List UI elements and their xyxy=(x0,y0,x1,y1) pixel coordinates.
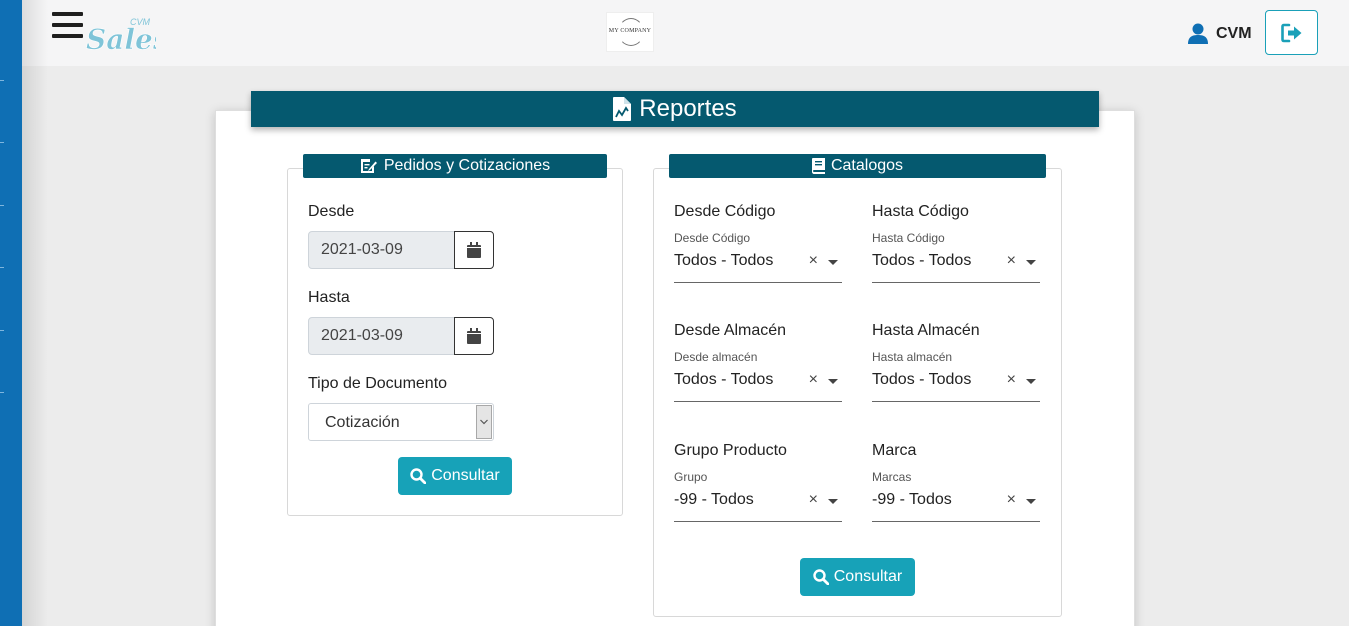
sidebar-divider xyxy=(0,205,4,206)
hasta-almacen-hint: Hasta almacén xyxy=(872,350,953,364)
desde-almacen-value: Todos - Todos xyxy=(674,371,774,388)
marca-hint: Marcas xyxy=(872,470,912,484)
desde-almacen-hint: Desde almacén xyxy=(674,350,758,364)
caret-down-icon xyxy=(1026,260,1036,265)
pedidos-panel-title: Pedidos y Cotizaciones xyxy=(303,154,607,178)
book-icon xyxy=(811,158,825,174)
sidebar-divider xyxy=(0,392,4,393)
desde-codigo-value: Todos - Todos xyxy=(674,252,774,269)
caret-down-icon xyxy=(828,499,838,504)
tipo-documento-select[interactable]: Cotización xyxy=(308,403,494,441)
top-navbar: CVM Sales MY COMPANY CVM xyxy=(22,0,1349,66)
desde-codigo-label: Desde Código xyxy=(674,203,776,220)
catalogos-consultar-button[interactable]: Consultar xyxy=(800,558,915,596)
sidebar-shadow xyxy=(22,0,48,626)
marca-label: Marca xyxy=(872,442,917,459)
hasta-codigo-hint: Hasta Código xyxy=(872,231,945,245)
tipo-documento-value: Cotización xyxy=(325,414,400,431)
chevron-down-icon xyxy=(476,405,492,439)
sidebar-divider xyxy=(0,142,4,143)
tipo-documento-label: Tipo de Documento xyxy=(308,375,448,392)
hasta-codigo-value: Todos - Todos xyxy=(872,252,972,269)
clear-icon[interactable]: × xyxy=(1007,371,1016,389)
user-name: CVM xyxy=(1216,25,1252,42)
caret-down-icon xyxy=(828,379,838,384)
logout-button[interactable] xyxy=(1265,10,1318,55)
catalogos-title-text: Catalogos xyxy=(830,157,904,174)
company-logo: MY COMPANY xyxy=(606,12,654,52)
hasta-label: Hasta xyxy=(308,289,350,306)
brand-main-text: Sales xyxy=(86,23,156,54)
caret-down-icon xyxy=(828,260,838,265)
desde-date-input[interactable]: 2021-03-09 xyxy=(308,231,455,269)
clear-icon[interactable]: × xyxy=(809,491,818,509)
hasta-codigo-label: Hasta Código xyxy=(872,203,969,220)
catalogos-panel-title: Catalogos xyxy=(669,154,1046,178)
page-title-bar: Reportes xyxy=(251,91,1099,127)
sidebar xyxy=(0,0,22,626)
desde-almacen-select[interactable]: Desde almacén Todos - Todos × xyxy=(674,350,842,402)
user-menu[interactable]: CVM xyxy=(1188,22,1252,46)
brand-logo: CVM Sales xyxy=(86,17,156,54)
sidebar-divider xyxy=(0,267,4,268)
sidebar-divider xyxy=(0,80,4,81)
desde-calendar-button[interactable] xyxy=(454,231,494,269)
clear-icon[interactable]: × xyxy=(809,371,818,389)
edit-document-icon xyxy=(360,159,377,173)
caret-down-icon xyxy=(1026,499,1036,504)
hasta-almacen-label: Hasta Almacén xyxy=(872,322,980,339)
pedidos-consultar-label: Consultar xyxy=(431,467,500,484)
pedidos-consultar-button[interactable]: Consultar xyxy=(398,457,512,495)
sidebar-divider xyxy=(0,330,4,331)
desde-codigo-hint: Desde Código xyxy=(674,231,751,245)
hasta-codigo-select[interactable]: Hasta Código Todos - Todos × xyxy=(872,231,1040,283)
desde-label: Desde xyxy=(308,203,355,220)
desde-almacen-label: Desde Almacén xyxy=(674,322,787,339)
clear-icon[interactable]: × xyxy=(1007,491,1016,509)
calendar-icon xyxy=(467,328,481,344)
search-icon xyxy=(813,569,829,585)
clear-icon[interactable]: × xyxy=(1007,252,1016,270)
grupo-producto-select[interactable]: Grupo -99 - Todos × xyxy=(674,470,842,522)
file-chart-icon xyxy=(613,97,632,121)
marca-select[interactable]: Marcas -99 - Todos × xyxy=(872,470,1040,522)
user-icon xyxy=(1188,23,1208,44)
catalogos-consultar-label: Consultar xyxy=(833,568,903,585)
page-title: Reportes xyxy=(639,95,737,122)
grupo-producto-label: Grupo Producto xyxy=(674,442,787,459)
hasta-date-input[interactable]: 2021-03-09 xyxy=(308,317,455,355)
hasta-calendar-button[interactable] xyxy=(454,317,494,355)
grupo-producto-hint: Grupo xyxy=(674,470,708,484)
clear-icon[interactable]: × xyxy=(809,252,818,270)
hasta-almacen-select[interactable]: Hasta almacén Todos - Todos × xyxy=(872,350,1040,402)
pedidos-title-text: Pedidos y Cotizaciones xyxy=(383,157,551,174)
hasta-almacen-value: Todos - Todos xyxy=(872,371,972,388)
caret-down-icon xyxy=(1026,379,1036,384)
grupo-producto-value: -99 - Todos xyxy=(674,491,754,508)
search-icon xyxy=(410,468,427,484)
sign-out-icon xyxy=(1280,23,1301,42)
desde-codigo-select[interactable]: Desde Código Todos - Todos × xyxy=(674,231,842,283)
hamburger-menu-icon[interactable] xyxy=(52,12,83,38)
marca-value: -99 - Todos xyxy=(872,491,952,508)
calendar-icon xyxy=(467,242,481,258)
